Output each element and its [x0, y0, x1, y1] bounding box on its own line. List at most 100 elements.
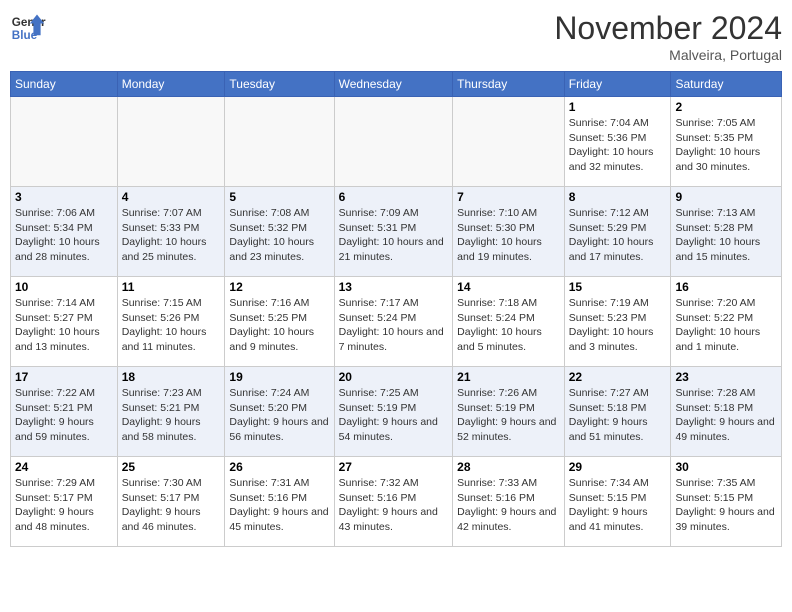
day-number: 1	[569, 100, 667, 114]
calendar-cell: 10 Sunrise: 7:14 AM Sunset: 5:27 PM Dayli…	[11, 277, 118, 367]
day-number: 30	[675, 460, 777, 474]
calendar-cell	[11, 97, 118, 187]
day-number: 25	[122, 460, 221, 474]
calendar-cell: 24Sunrise: 7:29 AM Sunset: 5:17 PM Dayli…	[11, 457, 118, 547]
day-info: Sunrise: 7:05 AM Sunset: 5:35 PM Dayligh…	[675, 116, 777, 175]
day-info: Sunrise: 7:26 AM Sunset: 5:19 PM Dayligh…	[457, 386, 560, 445]
calendar-cell: 27 Sunrise: 7:32 AM Sunset: 5:16 PM Dayli…	[334, 457, 453, 547]
logo-icon: General Blue	[10, 10, 46, 46]
month-title: November 2024	[554, 10, 782, 47]
day-info: Sunrise: 7:23 AM Sunset: 5:21 PM Dayligh…	[122, 386, 221, 445]
weekday-header-row: SundayMondayTuesdayWednesdayThursdayFrid…	[11, 72, 782, 97]
day-info: Sunrise: 7:15 AM Sunset: 5:26 PM Dayligh…	[122, 296, 221, 355]
day-number: 10	[15, 280, 113, 294]
calendar-cell: 14 Sunrise: 7:18 AM Sunset: 5:24 PM Dayli…	[453, 277, 565, 367]
calendar-cell: 17 Sunrise: 7:22 AM Sunset: 5:21 PM Dayli…	[11, 367, 118, 457]
calendar-cell: 6 Sunrise: 7:09 AM Sunset: 5:31 PM Daylig…	[334, 187, 453, 277]
day-info: Sunrise: 7:17 AM Sunset: 5:24 PM Dayligh…	[339, 296, 449, 355]
calendar-cell: 13 Sunrise: 7:17 AM Sunset: 5:24 PM Dayli…	[334, 277, 453, 367]
day-number: 16	[675, 280, 777, 294]
calendar-cell: 18 Sunrise: 7:23 AM Sunset: 5:21 PM Dayli…	[117, 367, 225, 457]
day-info: Sunrise: 7:16 AM Sunset: 5:25 PM Dayligh…	[229, 296, 329, 355]
calendar-cell: 11 Sunrise: 7:15 AM Sunset: 5:26 PM Dayli…	[117, 277, 225, 367]
day-number: 9	[675, 190, 777, 204]
day-number: 6	[339, 190, 449, 204]
day-info: Sunrise: 7:27 AM Sunset: 5:18 PM Dayligh…	[569, 386, 667, 445]
calendar-table: SundayMondayTuesdayWednesdayThursdayFrid…	[10, 71, 782, 547]
calendar-cell: 3 Sunrise: 7:06 AM Sunset: 5:34 PM Daylig…	[11, 187, 118, 277]
calendar-cell: 19Sunrise: 7:24 AM Sunset: 5:20 PM Dayli…	[225, 367, 334, 457]
calendar-cell: 28 Sunrise: 7:33 AM Sunset: 5:16 PM Dayli…	[453, 457, 565, 547]
day-number: 23	[675, 370, 777, 384]
calendar-cell: 22 Sunrise: 7:27 AM Sunset: 5:18 PM Dayli…	[564, 367, 671, 457]
day-info: Sunrise: 7:33 AM Sunset: 5:16 PM Dayligh…	[457, 476, 560, 535]
week-row-3: 10 Sunrise: 7:14 AM Sunset: 5:27 PM Dayli…	[11, 277, 782, 367]
day-number: 8	[569, 190, 667, 204]
calendar-cell: 26Sunrise: 7:31 AM Sunset: 5:16 PM Dayli…	[225, 457, 334, 547]
day-info: Sunrise: 7:04 AM Sunset: 5:36 PM Dayligh…	[569, 116, 667, 175]
logo: General Blue	[10, 10, 46, 46]
day-number: 4	[122, 190, 221, 204]
day-number: 28	[457, 460, 560, 474]
day-info: Sunrise: 7:08 AM Sunset: 5:32 PM Dayligh…	[229, 206, 329, 265]
week-row-5: 24Sunrise: 7:29 AM Sunset: 5:17 PM Dayli…	[11, 457, 782, 547]
day-info: Sunrise: 7:13 AM Sunset: 5:28 PM Dayligh…	[675, 206, 777, 265]
day-number: 2	[675, 100, 777, 114]
day-number: 20	[339, 370, 449, 384]
weekday-header-monday: Monday	[117, 72, 225, 97]
calendar-cell	[117, 97, 225, 187]
day-info: Sunrise: 7:30 AM Sunset: 5:17 PM Dayligh…	[122, 476, 221, 535]
calendar-cell	[225, 97, 334, 187]
weekday-header-tuesday: Tuesday	[225, 72, 334, 97]
calendar-cell: 4 Sunrise: 7:07 AM Sunset: 5:33 PM Daylig…	[117, 187, 225, 277]
day-info: Sunrise: 7:20 AM Sunset: 5:22 PM Dayligh…	[675, 296, 777, 355]
day-info: Sunrise: 7:07 AM Sunset: 5:33 PM Dayligh…	[122, 206, 221, 265]
calendar-cell: 12 Sunrise: 7:16 AM Sunset: 5:25 PM Dayli…	[225, 277, 334, 367]
day-number: 5	[229, 190, 329, 204]
page-header: General Blue November 2024 Malveira, Por…	[10, 10, 782, 63]
weekday-header-saturday: Saturday	[671, 72, 782, 97]
calendar-cell: 16 Sunrise: 7:20 AM Sunset: 5:22 PM Dayli…	[671, 277, 782, 367]
calendar-cell: 5 Sunrise: 7:08 AM Sunset: 5:32 PM Daylig…	[225, 187, 334, 277]
day-number: 27	[339, 460, 449, 474]
calendar-cell: 8 Sunrise: 7:12 AM Sunset: 5:29 PM Daylig…	[564, 187, 671, 277]
weekday-header-thursday: Thursday	[453, 72, 565, 97]
day-number: 11	[122, 280, 221, 294]
calendar-cell: 29Sunrise: 7:34 AM Sunset: 5:15 PM Dayli…	[564, 457, 671, 547]
day-number: 14	[457, 280, 560, 294]
day-number: 13	[339, 280, 449, 294]
day-number: 18	[122, 370, 221, 384]
day-number: 24	[15, 460, 113, 474]
day-info: Sunrise: 7:31 AM Sunset: 5:16 PM Dayligh…	[229, 476, 329, 535]
day-info: Sunrise: 7:32 AM Sunset: 5:16 PM Dayligh…	[339, 476, 449, 535]
calendar-cell: 9 Sunrise: 7:13 AM Sunset: 5:28 PM Daylig…	[671, 187, 782, 277]
calendar-cell: 7 Sunrise: 7:10 AM Sunset: 5:30 PM Daylig…	[453, 187, 565, 277]
day-number: 12	[229, 280, 329, 294]
day-number: 21	[457, 370, 560, 384]
calendar-cell: 20 Sunrise: 7:25 AM Sunset: 5:19 PM Dayli…	[334, 367, 453, 457]
day-number: 22	[569, 370, 667, 384]
week-row-2: 3 Sunrise: 7:06 AM Sunset: 5:34 PM Daylig…	[11, 187, 782, 277]
week-row-1: 1 Sunrise: 7:04 AM Sunset: 5:36 PM Daylig…	[11, 97, 782, 187]
title-area: November 2024 Malveira, Portugal	[554, 10, 782, 63]
day-info: Sunrise: 7:14 AM Sunset: 5:27 PM Dayligh…	[15, 296, 113, 355]
day-number: 3	[15, 190, 113, 204]
day-info: Sunrise: 7:22 AM Sunset: 5:21 PM Dayligh…	[15, 386, 113, 445]
day-number: 17	[15, 370, 113, 384]
day-info: Sunrise: 7:25 AM Sunset: 5:19 PM Dayligh…	[339, 386, 449, 445]
calendar-cell: 15Sunrise: 7:19 AM Sunset: 5:23 PM Dayli…	[564, 277, 671, 367]
week-row-4: 17 Sunrise: 7:22 AM Sunset: 5:21 PM Dayli…	[11, 367, 782, 457]
day-info: Sunrise: 7:10 AM Sunset: 5:30 PM Dayligh…	[457, 206, 560, 265]
day-info: Sunrise: 7:12 AM Sunset: 5:29 PM Dayligh…	[569, 206, 667, 265]
day-info: Sunrise: 7:18 AM Sunset: 5:24 PM Dayligh…	[457, 296, 560, 355]
day-number: 15	[569, 280, 667, 294]
day-info: Sunrise: 7:34 AM Sunset: 5:15 PM Dayligh…	[569, 476, 667, 535]
day-number: 19	[229, 370, 329, 384]
day-number: 7	[457, 190, 560, 204]
location: Malveira, Portugal	[554, 47, 782, 63]
day-info: Sunrise: 7:06 AM Sunset: 5:34 PM Dayligh…	[15, 206, 113, 265]
calendar-cell: 23Sunrise: 7:28 AM Sunset: 5:18 PM Dayli…	[671, 367, 782, 457]
day-info: Sunrise: 7:09 AM Sunset: 5:31 PM Dayligh…	[339, 206, 449, 265]
calendar-cell: 25 Sunrise: 7:30 AM Sunset: 5:17 PM Dayli…	[117, 457, 225, 547]
weekday-header-wednesday: Wednesday	[334, 72, 453, 97]
